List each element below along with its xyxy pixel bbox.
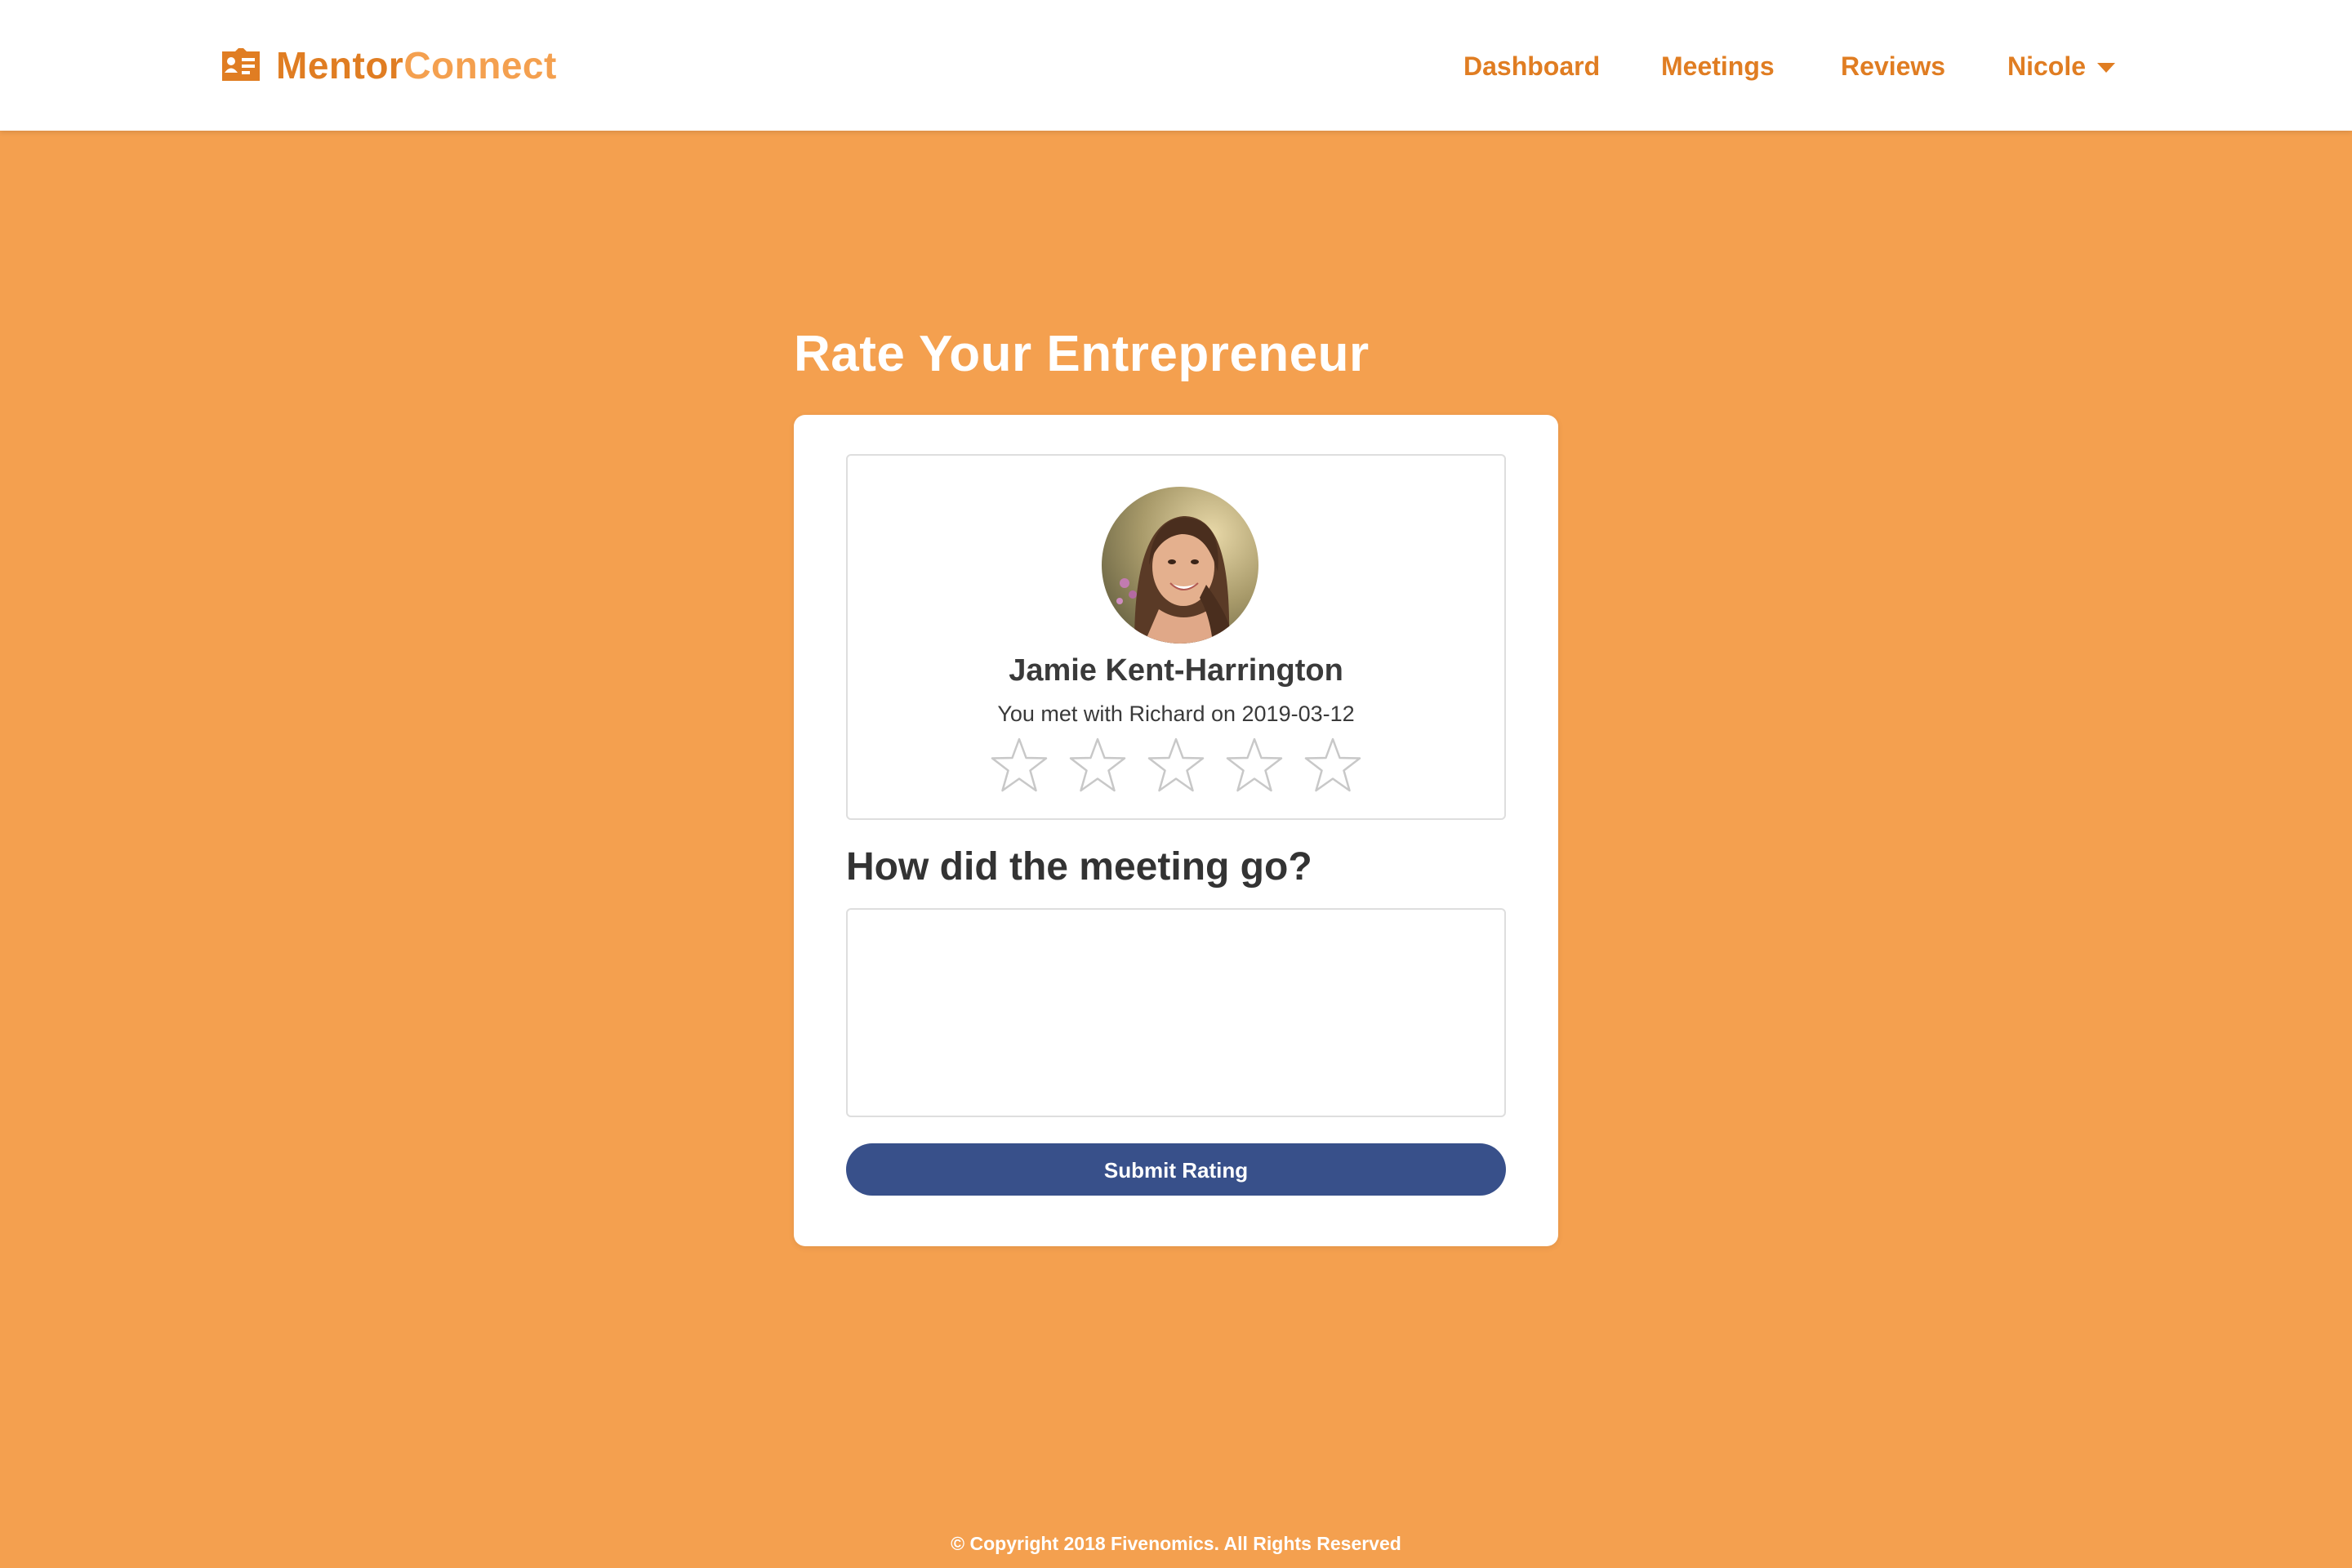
nav-item-reviews[interactable]: Reviews bbox=[1841, 46, 1945, 87]
main-nav: Dashboard Meetings Reviews Nicole bbox=[0, 46, 2352, 87]
user-name-label: Nicole bbox=[2007, 51, 2087, 81]
meeting-info-text: You met with Richard on 2019-03-12 bbox=[997, 702, 1355, 726]
feedback-question: How did the meeting go? bbox=[846, 845, 1312, 889]
avatar bbox=[1102, 487, 1258, 644]
star-outline-icon[interactable] bbox=[1069, 737, 1126, 795]
submit-rating-button[interactable]: Submit Rating bbox=[846, 1143, 1506, 1196]
page-title: Rate Your Entrepreneur bbox=[794, 326, 1370, 382]
star-outline-icon[interactable] bbox=[991, 737, 1048, 795]
star-outline-icon[interactable] bbox=[1226, 737, 1283, 795]
footer-copyright: © Copyright 2018 Fivenomics. All Rights … bbox=[951, 1533, 1401, 1554]
feedback-textarea[interactable] bbox=[846, 908, 1506, 1117]
nav-item-meetings[interactable]: Meetings bbox=[1661, 46, 1775, 87]
user-menu-dropdown[interactable]: Nicole bbox=[2007, 46, 2116, 87]
star-rating bbox=[848, 737, 1504, 802]
star-outline-icon[interactable] bbox=[1304, 737, 1361, 795]
star-outline-icon[interactable] bbox=[1147, 737, 1205, 795]
top-navbar: MentorConnect Dashboard Meetings Reviews… bbox=[0, 0, 2352, 131]
entrepreneur-name: Jamie Kent-Harrington bbox=[1009, 653, 1343, 688]
avatar-photo bbox=[1102, 487, 1258, 644]
nav-item-dashboard[interactable]: Dashboard bbox=[1463, 46, 1600, 87]
rating-card: Jamie Kent-Harrington You met with Richa… bbox=[794, 415, 1558, 1246]
entrepreneur-profile-box: Jamie Kent-Harrington You met with Richa… bbox=[846, 454, 1506, 820]
caret-down-icon bbox=[2097, 63, 2116, 73]
